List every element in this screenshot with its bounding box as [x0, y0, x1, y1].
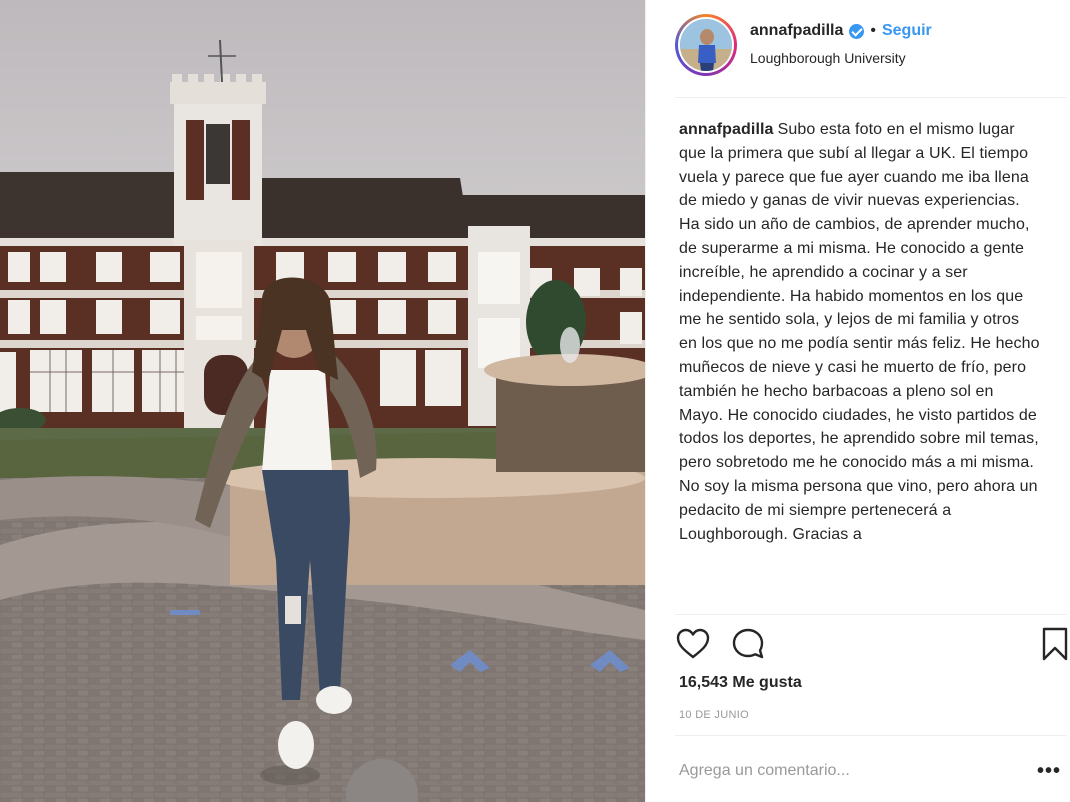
post-details-panel: annafpadilla • Seguir Loughborough Unive…: [645, 0, 1070, 802]
header-username[interactable]: annafpadilla: [750, 22, 843, 40]
caption-username[interactable]: annafpadilla: [679, 121, 774, 138]
likes-count[interactable]: 16,543 Me gusta: [679, 674, 802, 692]
heart-icon: [676, 628, 710, 659]
follow-button[interactable]: Seguir: [882, 22, 932, 40]
post-photo[interactable]: [0, 0, 645, 802]
comment-row: •••: [675, 740, 1067, 802]
location-link[interactable]: Loughborough University: [750, 50, 906, 66]
comment-icon: [732, 628, 764, 659]
more-options-icon[interactable]: •••: [1031, 758, 1067, 784]
avatar-story-ring[interactable]: [675, 14, 737, 76]
post-header: annafpadilla • Seguir Loughborough Unive…: [646, 0, 1070, 96]
post-date[interactable]: 10 DE JUNIO: [679, 709, 749, 721]
bookmark-icon: [1042, 627, 1068, 661]
save-button[interactable]: [1037, 626, 1070, 662]
actions-divider: [675, 614, 1067, 615]
caption-text: Subo esta foto en el mismo lugar que la …: [679, 121, 1040, 543]
comment-input[interactable]: [679, 756, 999, 786]
verified-badge-icon: [849, 23, 865, 39]
post-image: [0, 0, 645, 802]
action-bar: [646, 622, 1070, 670]
avatar-image: [680, 19, 732, 71]
comment-button[interactable]: [730, 626, 766, 662]
post-caption: annafpadilla Subo esta foto en el mismo l…: [679, 118, 1041, 612]
header-divider: [675, 97, 1067, 98]
comment-divider: [675, 735, 1067, 736]
avatar: [680, 19, 732, 71]
header-user-line: annafpadilla • Seguir: [750, 22, 932, 40]
separator-dot: •: [870, 22, 876, 39]
like-button[interactable]: [675, 626, 711, 662]
